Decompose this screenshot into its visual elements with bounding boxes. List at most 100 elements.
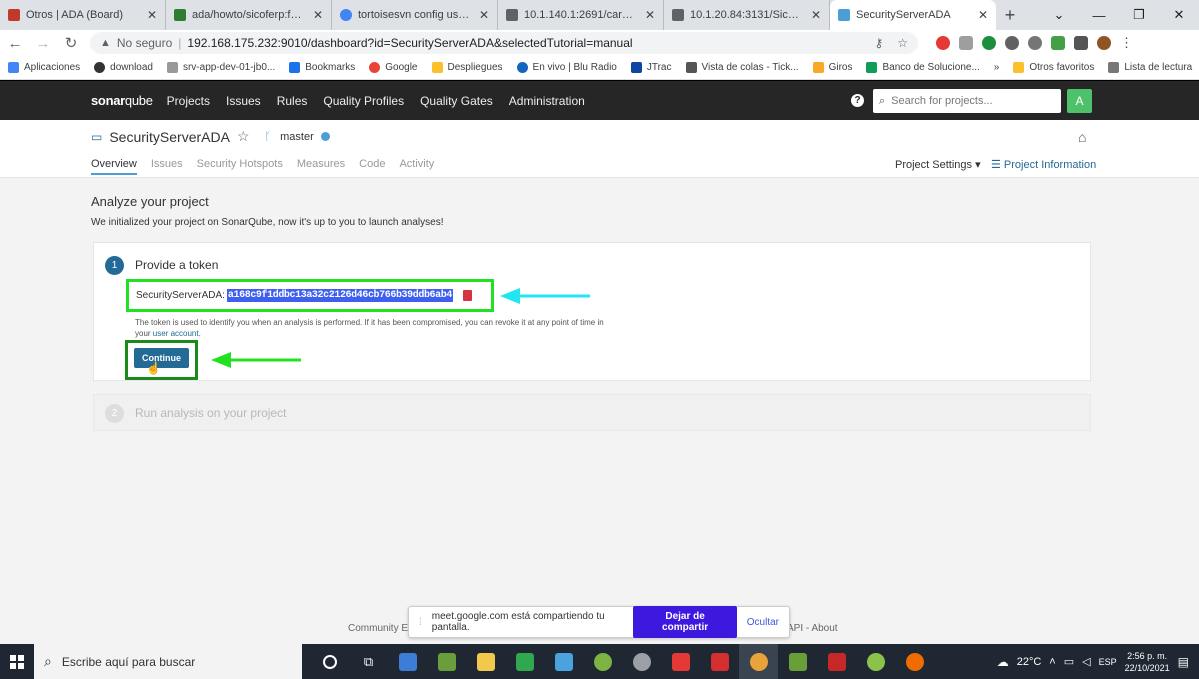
reading-list[interactable]: Lista de lectura [1108, 62, 1192, 73]
bookmark-item[interactable]: Giros [812, 62, 852, 73]
browser-tab[interactable]: ada/howto/sicoferp:factory ✕ [166, 0, 332, 30]
user-account-link[interactable]: user account [153, 329, 199, 338]
tab-overview[interactable]: Overview [91, 158, 137, 175]
taskbar-app-icon[interactable] [427, 644, 466, 679]
bookmark-item[interactable]: Vista de colas - Tick... [685, 62, 799, 73]
taskbar-app-icon[interactable] [856, 644, 895, 679]
footer-links[interactable]: API - About [787, 623, 838, 634]
nav-issues[interactable]: Issues [226, 94, 261, 108]
extension-icon[interactable] [982, 36, 996, 50]
nav-projects[interactable]: Projects [167, 94, 210, 108]
bookmark-star-icon[interactable]: ☆ [897, 36, 908, 50]
temperature[interactable]: 22°C [1017, 656, 1042, 668]
windows-start-button[interactable] [0, 654, 34, 669]
extension-icon[interactable] [959, 36, 973, 50]
bookmarks-more-button[interactable]: » [994, 62, 1000, 73]
branch-info-icon[interactable] [320, 132, 330, 141]
back-arrow-icon[interactable]: ← [6, 35, 24, 52]
notifications-icon[interactable]: ▤ [1178, 655, 1189, 669]
bookmark-item[interactable]: srv-app-dev-01-jb0... [166, 62, 275, 73]
close-tab-icon[interactable]: ✕ [811, 8, 821, 22]
url-omnibox[interactable]: ▲ No seguro | 192.168.175.232:9010/dashb… [90, 32, 918, 54]
file-explorer-icon[interactable] [466, 644, 505, 679]
nav-quality-gates[interactable]: Quality Gates [420, 94, 493, 108]
task-view-icon[interactable]: ⧉ [349, 644, 388, 679]
volume-icon[interactable]: ◁ [1082, 655, 1090, 668]
home-icon[interactable]: ⌂ [1078, 129, 1086, 145]
sonarqube-logo[interactable]: sonarqube [91, 93, 153, 108]
chrome-menu-icon[interactable]: ⋮ [1120, 35, 1133, 51]
search-input[interactable] [891, 95, 1052, 107]
taskbar-app-icon[interactable] [544, 644, 583, 679]
tab-search-icon[interactable]: ⌄ [1039, 7, 1079, 23]
project-information-link[interactable]: ☰ Project Information [991, 158, 1096, 171]
close-window-button[interactable]: ✕ [1159, 7, 1199, 23]
nav-quality-profiles[interactable]: Quality Profiles [323, 94, 404, 108]
close-tab-icon[interactable]: ✕ [313, 8, 323, 22]
project-settings-menu[interactable]: Project Settings ▾ [895, 158, 981, 171]
browser-tab-active[interactable]: SecurityServerADA ✕ [830, 0, 996, 30]
clock[interactable]: 2:56 p. m. 22/10/2021 [1125, 650, 1170, 674]
weather-icon[interactable]: ☁ [997, 655, 1009, 669]
close-tab-icon[interactable]: ✕ [147, 8, 157, 22]
extension-icon[interactable] [1005, 36, 1019, 50]
branch-name[interactable]: master [280, 131, 314, 143]
help-icon[interactable]: ? [851, 94, 864, 107]
minimize-button[interactable]: — [1079, 8, 1119, 23]
stop-sharing-button[interactable]: Dejar de compartir [633, 606, 737, 638]
nav-administration[interactable]: Administration [509, 94, 585, 108]
bookmark-item[interactable]: Despliegues [431, 62, 503, 73]
key-icon[interactable]: ⚷ [874, 36, 883, 50]
chrome-taskbar-icon[interactable] [739, 644, 778, 679]
tab-issues[interactable]: Issues [151, 158, 183, 175]
user-avatar[interactable]: A [1067, 89, 1092, 113]
opera-extension-icon[interactable] [936, 36, 950, 50]
continue-button[interactable]: Continue [134, 348, 189, 368]
bookmark-item[interactable]: En vivo | Blu Radio [516, 62, 617, 73]
taskbar-app-icon[interactable] [817, 644, 856, 679]
delete-token-icon[interactable] [462, 290, 472, 301]
language-indicator[interactable]: ESP [1099, 657, 1117, 667]
forward-arrow-icon[interactable]: → [34, 35, 52, 52]
tab-code[interactable]: Code [359, 158, 385, 175]
puzzle-icon[interactable] [1074, 36, 1088, 50]
bookmark-folder[interactable]: Otros favoritos [1013, 62, 1094, 73]
tray-chevron-icon[interactable]: ˄ [1049, 656, 1055, 668]
token-value[interactable]: a168c9f1ddbc13a32c2126d46cb766b39ddb6ab4 [226, 289, 453, 302]
favorite-star-icon[interactable]: ☆ [237, 128, 250, 145]
bookmark-item[interactable]: Banco de Solucione... [866, 62, 980, 73]
project-name[interactable]: SecurityServerADA [109, 129, 230, 145]
tab-measures[interactable]: Measures [297, 158, 345, 175]
drag-handle-icon[interactable]: ⁞ [419, 617, 422, 628]
extension-icon[interactable] [1051, 36, 1065, 50]
taskbar-app-icon[interactable] [661, 644, 700, 679]
extension-icon[interactable] [1028, 36, 1042, 50]
tab-activity[interactable]: Activity [399, 158, 434, 175]
bookmark-item[interactable]: Aplicaciones [8, 62, 80, 73]
browser-tab[interactable]: 10.1.20.84:3131/SicofMobil ✕ [664, 0, 830, 30]
url-text[interactable]: 192.168.175.232:9010/dashboard?id=Securi… [187, 36, 632, 50]
profile-avatar-icon[interactable] [1097, 36, 1111, 50]
bookmark-item[interactable]: Bookmarks [289, 62, 355, 73]
wps-icon[interactable] [700, 644, 739, 679]
reload-icon[interactable]: ↻ [62, 34, 80, 52]
new-tab-button[interactable]: + [996, 0, 1024, 30]
bookmark-item[interactable]: download [94, 62, 153, 73]
close-tab-icon[interactable]: ✕ [645, 8, 655, 22]
hide-button[interactable]: Ocultar [747, 617, 779, 628]
taskbar-app-icon[interactable] [895, 644, 934, 679]
bookmark-item[interactable]: Google [369, 62, 418, 73]
network-icon[interactable]: ▭ [1064, 655, 1074, 668]
bookmark-item[interactable]: JTrac [630, 62, 672, 73]
taskbar-app-icon[interactable] [778, 644, 817, 679]
browser-tab[interactable]: 10.1.140.1:2691/cargarArch ✕ [498, 0, 664, 30]
taskbar-app-icon[interactable] [388, 644, 427, 679]
taskbar-app-icon[interactable] [505, 644, 544, 679]
taskbar-app-icon[interactable] [622, 644, 661, 679]
nav-rules[interactable]: Rules [277, 94, 308, 108]
close-tab-icon[interactable]: ✕ [479, 8, 489, 22]
taskbar-app-icon[interactable] [583, 644, 622, 679]
close-tab-icon[interactable]: ✕ [978, 8, 988, 22]
tab-security-hotspots[interactable]: Security Hotspots [197, 158, 283, 175]
maximize-button[interactable]: ❐ [1119, 7, 1159, 23]
